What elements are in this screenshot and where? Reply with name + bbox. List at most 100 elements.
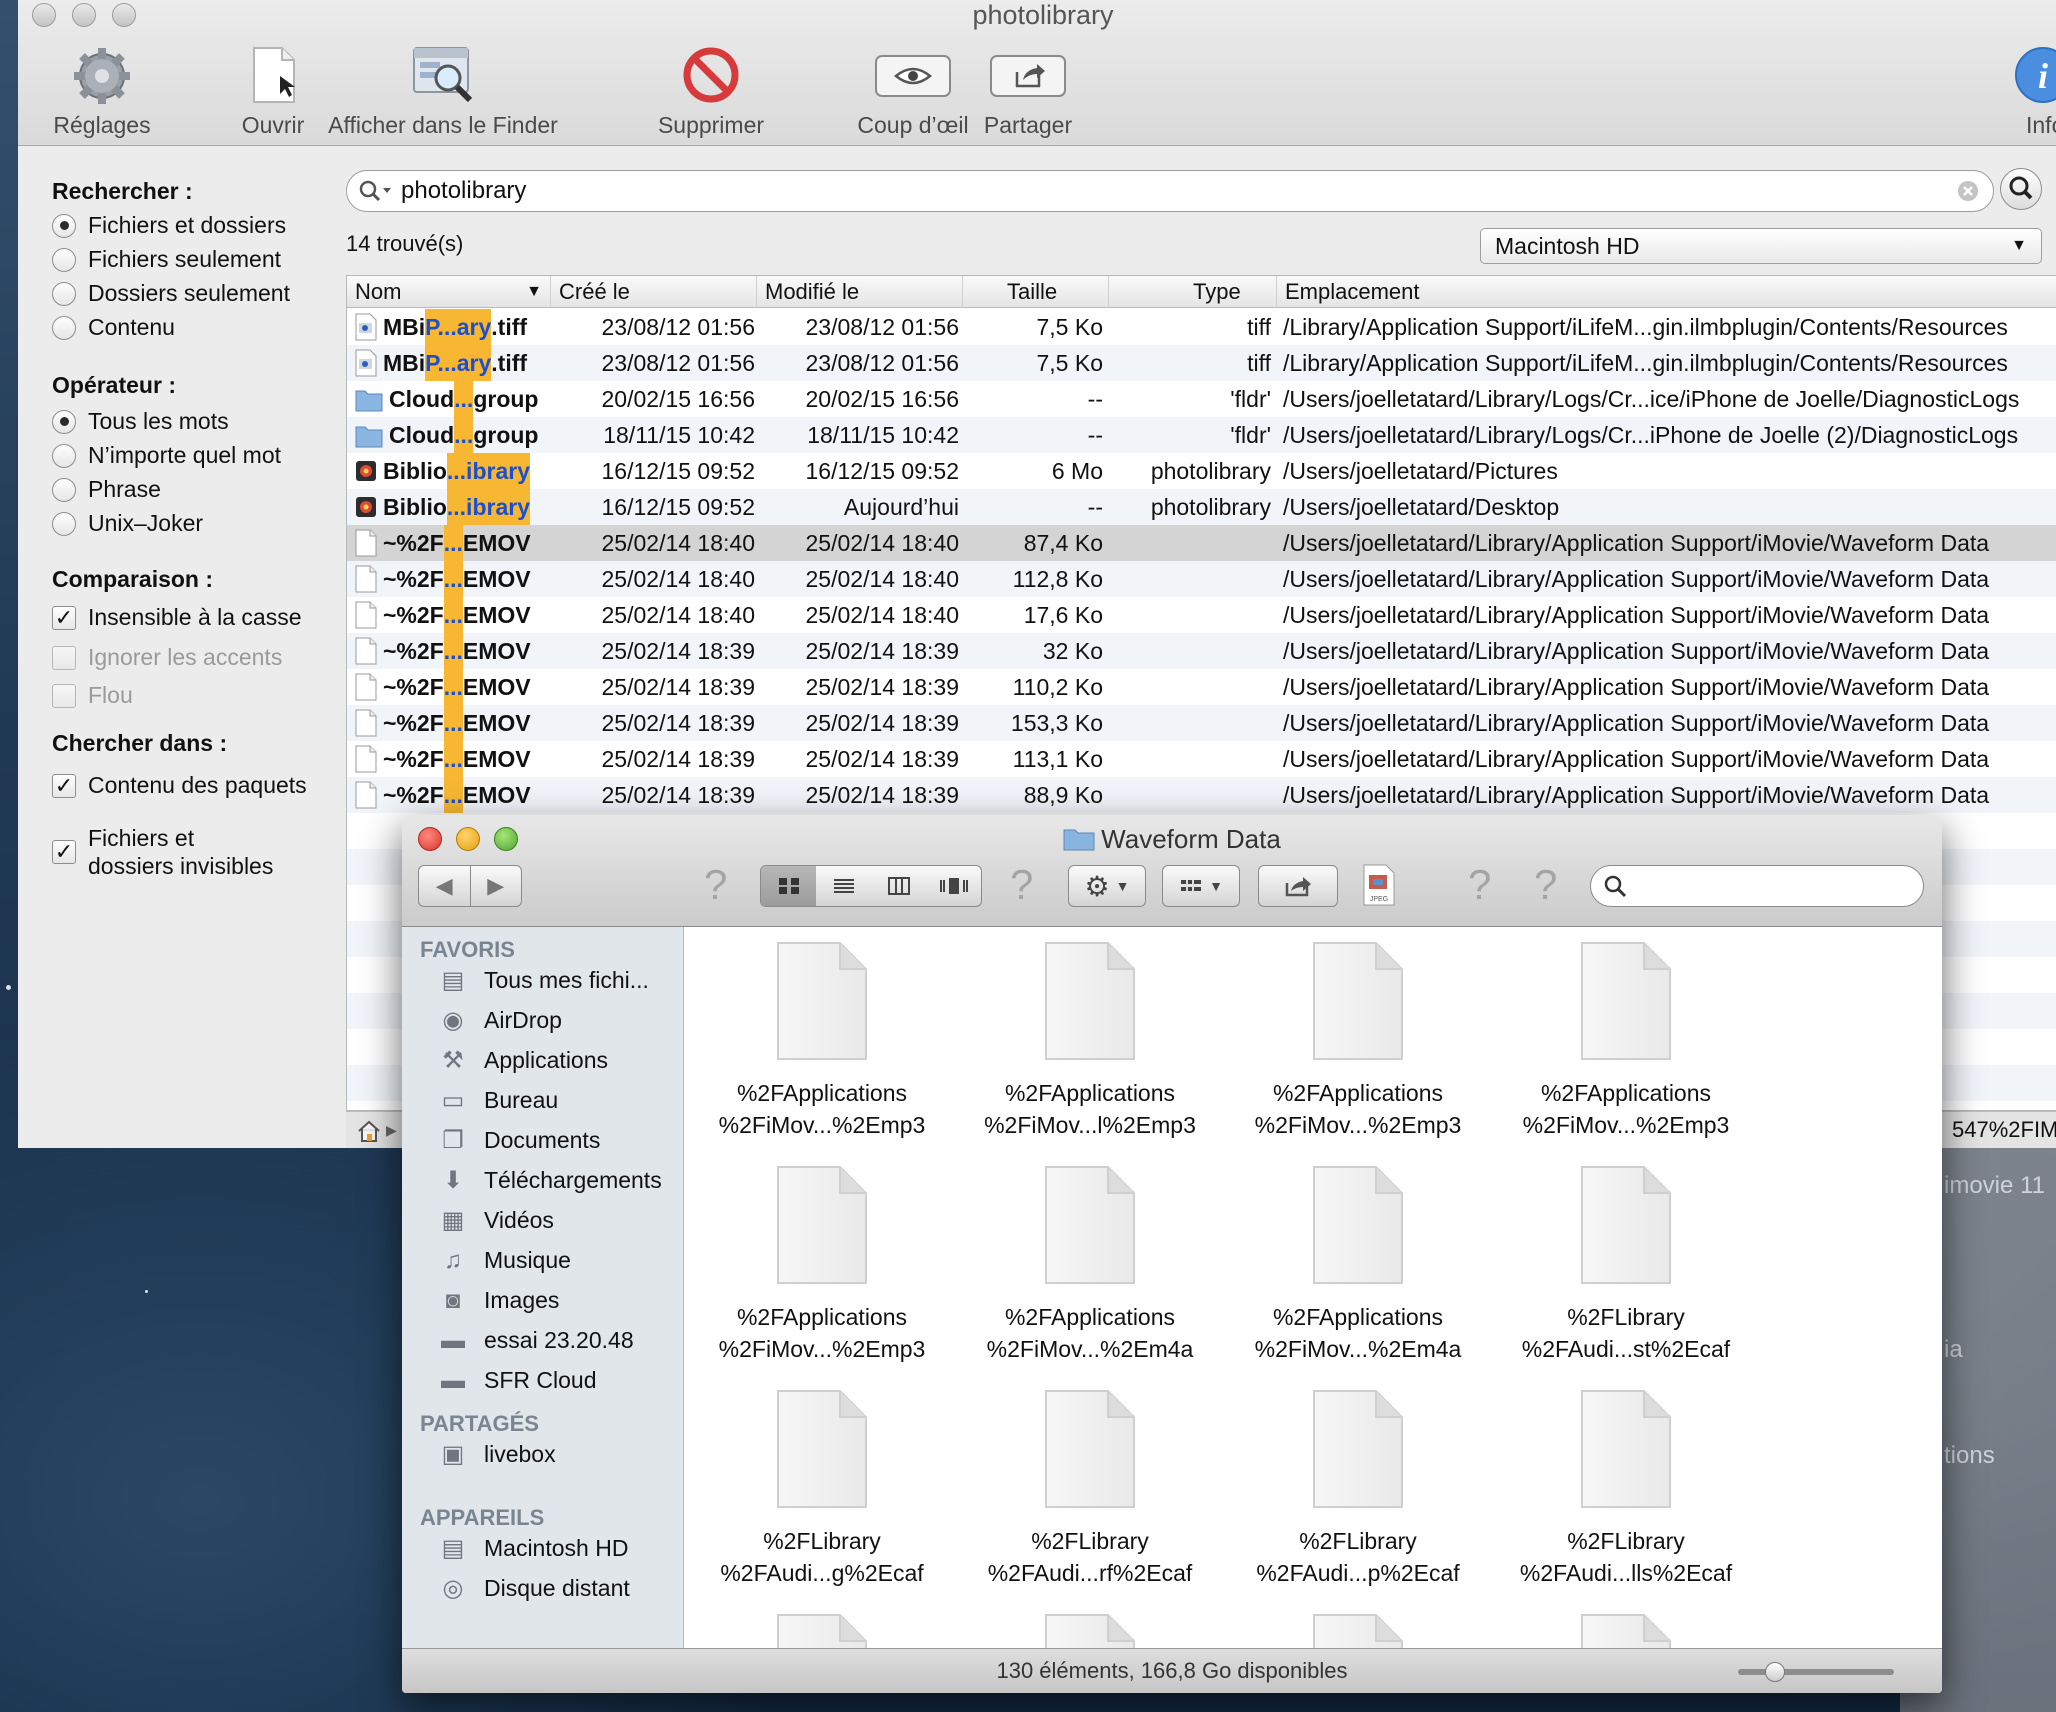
delete-button[interactable]: Supprimer	[624, 46, 798, 139]
slider-knob[interactable]	[1765, 1662, 1786, 1682]
radio-files-and-folders[interactable]: Fichiers et dossiers	[52, 212, 286, 239]
radio-all-words[interactable]: Tous les mots	[52, 408, 229, 435]
file-item[interactable]: %2FApplications %2FiMov...%2Emp3	[1492, 939, 1760, 1141]
column-header-name[interactable]: Nom ▼	[347, 276, 551, 308]
search-input[interactable]: photolibrary	[346, 170, 1994, 212]
file-item-partial[interactable]	[1492, 1611, 1760, 1648]
sidebar-item[interactable]: ▦ Vidéos	[438, 1207, 554, 1234]
checkbox[interactable]	[52, 645, 76, 670]
file-item[interactable]: %2FLibrary %2FAudi...g%2Ecaf	[688, 1387, 956, 1589]
radio-button[interactable]	[52, 213, 76, 238]
view-mode-control[interactable]	[760, 865, 982, 907]
checkbox[interactable]	[52, 683, 76, 708]
column-header-location[interactable]: Emplacement	[1277, 276, 2056, 308]
volume-select[interactable]: Macintosh HD ▼	[1480, 228, 2042, 264]
finder-search-input[interactable]	[1590, 865, 1924, 907]
radio-files-only[interactable]: Fichiers seulement	[52, 246, 281, 273]
settings-button[interactable]: Réglages	[32, 46, 172, 139]
file-item[interactable]: %2FLibrary %2FAudi...lls%2Ecaf	[1492, 1387, 1760, 1589]
sidebar-item[interactable]: ◙ Images	[438, 1287, 560, 1314]
action-menu-button[interactable]: ⚙ ▼	[1068, 865, 1146, 907]
radio-button[interactable]	[52, 477, 76, 502]
radio-unix-wildcard[interactable]: Unix–Joker	[52, 510, 203, 537]
radio-button[interactable]	[52, 443, 76, 468]
radio-folders-only[interactable]: Dossiers seulement	[52, 280, 290, 307]
column-header-type[interactable]: Type	[1109, 276, 1277, 308]
sidebar-item[interactable]: ▬ essai 23.20.48	[438, 1327, 634, 1354]
sidebar-item[interactable]: ⚒ Applications	[438, 1047, 608, 1074]
file-item[interactable]: %2FApplications %2FiMov...%2Emp3	[688, 1163, 956, 1365]
sidebar-item[interactable]: ❐ Documents	[438, 1127, 600, 1154]
radio-button[interactable]	[52, 247, 76, 272]
checkbox-invisible-items[interactable]: ✓ Fichiers et dossiers invisibles	[52, 824, 273, 880]
checkbox[interactable]: ✓	[52, 840, 76, 864]
checkbox-case-insensitive[interactable]: ✓ Insensible à la casse	[52, 604, 302, 631]
list-view-icon[interactable]	[816, 876, 871, 896]
radio-button[interactable]	[52, 315, 76, 340]
table-row[interactable]: MBi P...ary .tiff 23/08/12 01:56 23/08/12 01…	[347, 345, 2056, 381]
checkbox[interactable]: ✓	[52, 605, 76, 630]
table-row[interactable]: Biblio ...ibrary 16/12/15 09:52 Aujourd’hui…	[347, 489, 2056, 525]
file-item[interactable]: %2FApplications %2FiMov...%2Emp3	[1224, 939, 1492, 1141]
checkbox-ignore-accents[interactable]: Ignorer les accents	[52, 644, 282, 671]
file-item-partial[interactable]	[956, 1611, 1224, 1648]
radio-phrase[interactable]: Phrase	[52, 476, 161, 503]
table-row[interactable]: Cloud... group 18/11/15 10:42 18/11/15 10:4…	[347, 417, 2056, 453]
file-item[interactable]: %2FLibrary %2FAudi...p%2Ecaf	[1224, 1387, 1492, 1589]
radio-contents[interactable]: Contenu	[52, 314, 175, 341]
checkbox-fuzzy[interactable]: Flou	[52, 682, 133, 709]
column-view-icon[interactable]	[871, 876, 926, 896]
file-item[interactable]: %2FApplications %2FiMov...%2Em4a	[1224, 1163, 1492, 1365]
arrange-menu-button[interactable]: ▼	[1162, 865, 1240, 907]
table-row[interactable]: ~%2F... EMOV 25/02/14 18:40 25/02/14 18:40 1…	[347, 597, 2056, 633]
file-item[interactable]: %2FApplications %2FiMov...%2Em4a	[956, 1163, 1224, 1365]
sidebar-item[interactable]: ◎ Disque distant	[438, 1575, 630, 1602]
sidebar-item[interactable]: ▭ Bureau	[438, 1087, 559, 1114]
table-row[interactable]: ~%2F... EMOV 25/02/14 18:39 25/02/14 18:39 8…	[347, 777, 2056, 813]
table-row[interactable]: ~%2F... EMOV 25/02/14 18:39 25/02/14 18:39 1…	[347, 705, 2056, 741]
icon-view-icon[interactable]	[761, 866, 816, 906]
radio-any-word[interactable]: N’importe quel mot	[52, 442, 281, 469]
table-row[interactable]: ~%2F... EMOV 25/02/14 18:39 25/02/14 18:39 3…	[347, 633, 2056, 669]
column-header-size[interactable]: Taille	[963, 276, 1109, 308]
back-arrow-icon[interactable]: ◀	[419, 873, 470, 899]
table-row[interactable]: ~%2F... EMOV 25/02/14 18:40 25/02/14 18:40 1…	[347, 561, 2056, 597]
sidebar-item[interactable]: ⬇ Téléchargements	[438, 1167, 662, 1194]
checkbox-package-contents[interactable]: ✓ Contenu des paquets	[52, 772, 307, 799]
table-row[interactable]: MBi P...ary .tiff 23/08/12 01:56 23/08/12 01…	[347, 309, 2056, 345]
jpeg-file-icon[interactable]: JPEG	[1362, 863, 1396, 912]
sidebar-item[interactable]: ▣ livebox	[438, 1441, 556, 1468]
share-button[interactable]: Partager	[968, 46, 1088, 139]
table-row[interactable]: Cloud... group 20/02/15 16:56 20/02/15 16:5…	[347, 381, 2056, 417]
column-header-modified[interactable]: Modifié le	[757, 276, 963, 308]
clear-search-icon[interactable]	[1957, 180, 1979, 202]
table-row[interactable]: Biblio ...ibrary 16/12/15 09:52 16/12/15 09…	[347, 453, 2056, 489]
table-row[interactable]: ~%2F... EMOV 25/02/14 18:39 25/02/14 18:39 1…	[347, 669, 2056, 705]
radio-button[interactable]	[52, 409, 76, 434]
search-button[interactable]	[2000, 168, 2042, 210]
file-item-partial[interactable]	[688, 1611, 956, 1648]
file-item[interactable]: %2FLibrary %2FAudi...st%2Ecaf	[1492, 1163, 1760, 1365]
sidebar-item[interactable]: ▬ SFR Cloud	[438, 1367, 596, 1394]
table-row[interactable]: ~%2F... EMOV 25/02/14 18:40 25/02/14 18:40 8…	[347, 525, 2056, 561]
show-in-finder-button[interactable]: Afficher dans le Finder	[308, 46, 578, 139]
sidebar-item[interactable]: ♫ Musique	[438, 1247, 571, 1274]
file-item[interactable]: %2FApplications %2FiMov...%2Emp3	[688, 939, 956, 1141]
file-item[interactable]: %2FLibrary %2FAudi...rf%2Ecaf	[956, 1387, 1224, 1589]
forward-arrow-icon[interactable]: ▶	[470, 873, 521, 899]
info-button[interactable]: i Info	[1994, 46, 2056, 139]
sidebar-item[interactable]: ◉ AirDrop	[438, 1007, 562, 1034]
sidebar-item[interactable]: ▤ Macintosh HD	[438, 1535, 629, 1562]
radio-button[interactable]	[52, 281, 76, 306]
cover-flow-view-icon[interactable]	[926, 876, 981, 896]
table-row[interactable]: ~%2F... EMOV 25/02/14 18:39 25/02/14 18:39 1…	[347, 741, 2056, 777]
file-item[interactable]: %2FApplications %2FiMov...l%2Emp3	[956, 939, 1224, 1141]
back-forward-control[interactable]: ◀ ▶	[418, 865, 522, 907]
radio-button[interactable]	[52, 511, 76, 536]
icon-size-slider[interactable]	[1738, 1662, 1894, 1682]
share-button[interactable]	[1258, 865, 1338, 907]
file-item-partial[interactable]	[1224, 1611, 1492, 1648]
sidebar-item[interactable]: ▤ Tous mes fichi...	[438, 967, 649, 994]
column-header-created[interactable]: Créé le	[551, 276, 757, 308]
checkbox[interactable]: ✓	[52, 773, 76, 798]
